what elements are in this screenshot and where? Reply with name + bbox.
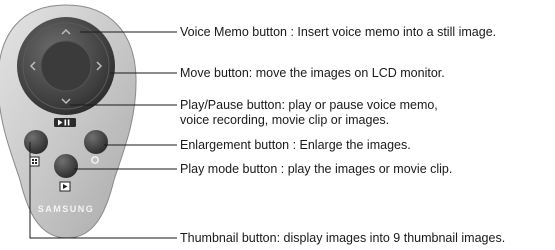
callout-voice-memo: Voice Memo button : Insert voice memo in… (180, 25, 497, 39)
callout-play-mode: Play mode button : play the images or mo… (180, 162, 453, 176)
callout-enlargement: Enlargement button : Enlarge the images. (180, 138, 411, 152)
thumbnail-button[interactable] (24, 130, 48, 154)
play-mode-button[interactable] (54, 154, 78, 178)
callout-move: Move button: move the images on LCD moni… (180, 66, 445, 80)
play-pause-icon[interactable] (54, 118, 76, 127)
callout-play-pause: Play/Pause button: play or pause voice m… (180, 98, 438, 127)
enlargement-button[interactable] (84, 130, 108, 154)
thumbnail-grid-icon (29, 156, 40, 167)
play-mode-icon (59, 181, 71, 192)
callout-thumbnail: Thumbnail button: display images into 9 … (180, 231, 506, 245)
brand-logo: SAMSUNG (38, 204, 95, 214)
